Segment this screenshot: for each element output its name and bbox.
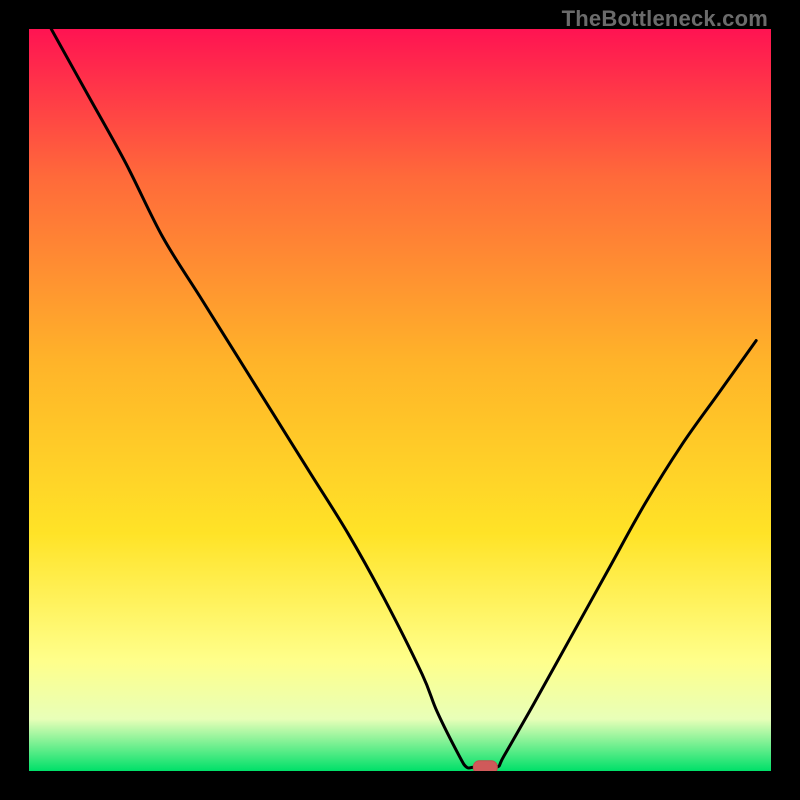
optimal-marker (473, 761, 497, 771)
plot-area (29, 29, 771, 771)
chart-frame: TheBottleneck.com (0, 0, 800, 800)
chart-svg (29, 29, 771, 771)
gradient-background (29, 29, 771, 771)
